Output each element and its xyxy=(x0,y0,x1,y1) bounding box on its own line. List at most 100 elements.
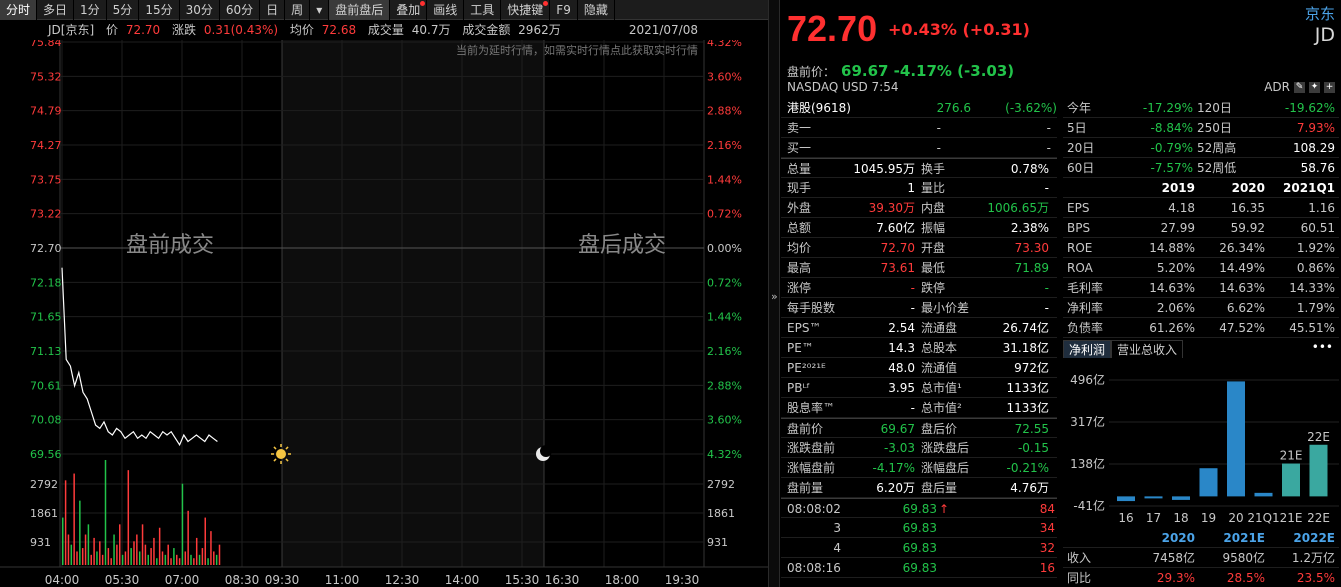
stat-value: 972亿 xyxy=(1014,361,1049,375)
toolbar-item-15[interactable]: F9 xyxy=(550,0,578,20)
order-price: - xyxy=(936,141,941,155)
tick-row: 08:08:16 69.83 16 xyxy=(781,558,1057,578)
fin-cell: 1.16 xyxy=(1308,201,1335,215)
perf-label: 60日 xyxy=(1067,161,1095,175)
tab-net-profit[interactable]: 净利润 xyxy=(1063,340,1112,358)
amount-label: 成交金额 xyxy=(462,23,511,37)
time-tick: 16:30 xyxy=(545,573,580,587)
time-tick: 09:30 xyxy=(265,573,300,587)
perf-label: 120日 xyxy=(1197,101,1232,115)
toolbar-item-6[interactable]: 60分 xyxy=(220,0,261,20)
estimate-label: 21E xyxy=(1280,449,1303,463)
fin-cell: EPS xyxy=(1067,201,1090,215)
stat-label: PE™ xyxy=(787,341,814,355)
toolbar-item-3[interactable]: 5分 xyxy=(107,0,140,20)
panel-splitter[interactable]: » xyxy=(768,0,780,587)
edit-icon[interactable]: ✎ xyxy=(1294,81,1305,93)
profit-bar[interactable] xyxy=(1254,492,1273,497)
toolbar-item-7[interactable]: 日 xyxy=(260,0,286,20)
stat-value: 1045.95万 xyxy=(853,162,915,176)
profit-bar[interactable] xyxy=(1144,496,1163,499)
pct-tick: 2.88% xyxy=(707,379,742,392)
order-label: 卖一 xyxy=(787,121,812,135)
stat-value: - xyxy=(910,301,915,315)
stat-label: 量比 xyxy=(921,181,946,195)
price-line xyxy=(61,267,218,447)
fin-cell: 60.51 xyxy=(1300,221,1335,235)
stat-row: PE™ 14.3 总股本 31.18亿 xyxy=(781,338,1057,358)
toolbar-item-16[interactable]: 隐藏 xyxy=(578,0,615,20)
toolbar-item-8[interactable]: 周 xyxy=(285,0,311,20)
stat-value: -4.17% xyxy=(872,461,915,475)
expand-icon[interactable]: » xyxy=(771,290,778,303)
fin-cell: BPS xyxy=(1067,221,1091,235)
stat-label: 总市值² xyxy=(921,401,962,415)
date-label: 2021/07/08 xyxy=(628,23,698,37)
toolbar-item-9[interactable]: ▾ xyxy=(310,0,330,20)
fin-cell: 16.35 xyxy=(1230,201,1265,215)
toolbar-item-11[interactable]: 叠加 xyxy=(390,0,428,20)
volume-bar xyxy=(64,480,67,565)
volume-bar xyxy=(138,551,141,565)
intraday-chart[interactable]: 75.84 4.32% 75.32 3.60% 74.79 2.88% 74.27 2.16%… xyxy=(0,40,768,587)
forecast-header-row: 2020 2021E 2022E xyxy=(1063,528,1339,548)
time-tick: 04:00 xyxy=(45,573,80,587)
pin-icon[interactable]: ✦ xyxy=(1309,81,1320,93)
quote-panel: 72.70 +0.43% (+0.31) 京东 JD 盘前价： 69.67 -4.… xyxy=(781,0,1341,587)
delayed-notice[interactable]: 当前为延时行情，如需实时行情点此获取实时行情 xyxy=(456,43,698,57)
toolbar-item-14[interactable]: 快捷键 xyxy=(501,0,551,20)
stat-value: 72.55 xyxy=(1014,422,1049,436)
price-tick: 71.13 xyxy=(30,345,62,358)
profit-bar[interactable] xyxy=(1309,444,1328,497)
vol-tick: 2792 xyxy=(30,478,58,491)
hk-cell: 276.6 xyxy=(936,101,971,115)
pct-tick: 1.44% xyxy=(707,311,742,324)
toolbar-item-4[interactable]: 15分 xyxy=(139,0,180,20)
volume-bar xyxy=(90,554,92,565)
stat-row: 均价 72.70 开盘 73.30 xyxy=(781,238,1057,258)
volume-bar xyxy=(127,470,130,565)
fin-cell: 净利率 xyxy=(1067,301,1104,315)
tab-revenue[interactable]: 营业总收入 xyxy=(1111,340,1184,358)
company-name: 京东 xyxy=(1304,5,1335,23)
volume-bar xyxy=(76,551,78,565)
profit-bar[interactable] xyxy=(1172,496,1190,500)
volume-bar xyxy=(101,554,104,565)
time-tick: 05:30 xyxy=(105,573,140,587)
stat-value: 1 xyxy=(907,181,915,195)
forecast-table: 2020 2021E 2022E 收入 7458亿 9580亿 1.2万亿 同比 29.3% 28… xyxy=(1063,528,1339,587)
profit-bar[interactable] xyxy=(1117,496,1135,502)
ticker-code: JD xyxy=(1314,24,1335,46)
tick-row: 3 69.83 34 xyxy=(781,518,1057,538)
toolbar-item-13[interactable]: 工具 xyxy=(464,0,502,20)
add-icon[interactable]: + xyxy=(1324,81,1335,93)
toolbar-item-12[interactable]: 画线 xyxy=(427,0,465,20)
volume-bar xyxy=(110,558,112,565)
volume-bar xyxy=(178,558,181,565)
stat-value: - xyxy=(1044,301,1049,315)
more-icon[interactable]: ••• xyxy=(1312,340,1333,354)
perf-value: -19.62% xyxy=(1284,101,1335,115)
profit-bar[interactable] xyxy=(1199,468,1218,497)
profit-bar[interactable] xyxy=(1227,381,1245,497)
fin-header: 2019 xyxy=(1161,181,1195,195)
profit-bar[interactable] xyxy=(1282,463,1300,497)
volume-bar xyxy=(136,534,138,565)
toolbar-item-5[interactable]: 30分 xyxy=(180,0,220,20)
toolbar-item-1[interactable]: 多日 xyxy=(37,0,75,20)
time-tick: 14:00 xyxy=(445,573,480,587)
stat-row: 最高 73.61 最低 71.89 xyxy=(781,258,1057,278)
toolbar-item-2[interactable]: 1分 xyxy=(74,0,107,20)
fin-cell: 47.52% xyxy=(1219,321,1265,335)
perf-label: 20日 xyxy=(1067,141,1095,155)
volume-bar xyxy=(150,548,152,565)
bar-category: 17 xyxy=(1146,511,1161,525)
tick-price: 69.83 xyxy=(902,561,937,575)
stat-label: 涨停 xyxy=(787,281,812,295)
toolbar-item-10[interactable]: 盘前盘后 xyxy=(329,0,391,20)
fin-cell: 14.63% xyxy=(1149,281,1195,295)
forecast-cell: 23.5% xyxy=(1296,571,1335,585)
toolbar-item-0[interactable]: 分时 xyxy=(0,0,38,20)
volume-bar xyxy=(147,554,149,565)
bar-category: 19 xyxy=(1201,511,1216,525)
